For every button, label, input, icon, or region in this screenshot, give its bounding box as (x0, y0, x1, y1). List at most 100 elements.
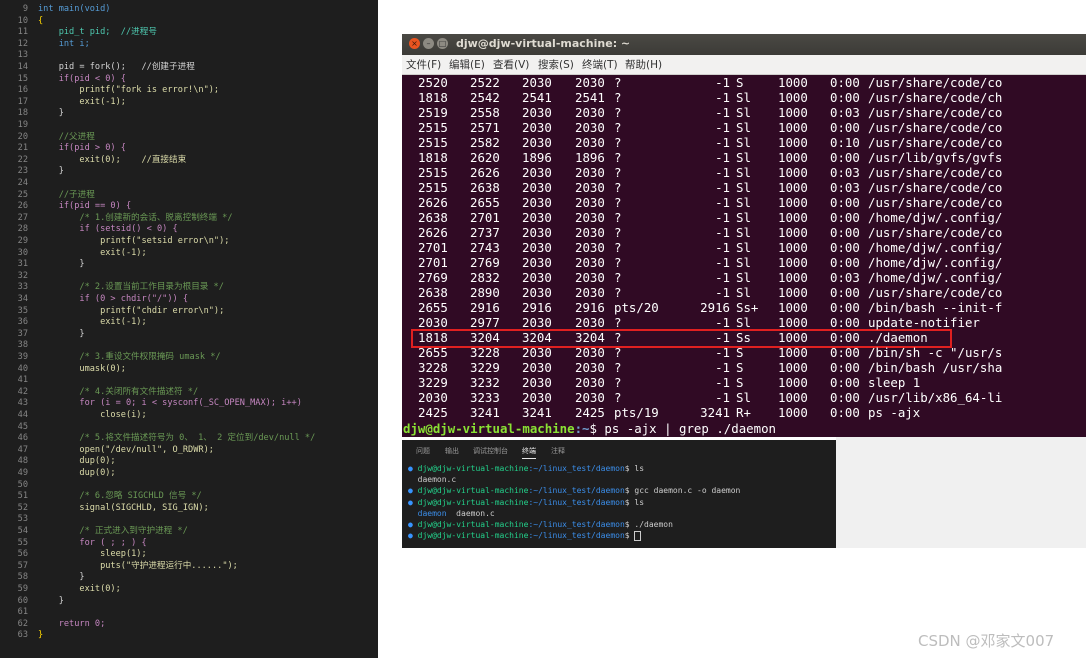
process-row: 2701 2769 2030 2030? -1 Sl 1000 0:00/home/djw/.… (418, 255, 1086, 270)
code-line: 54 /* 正式进入到守护进程 */ (0, 526, 378, 538)
status-dot-icon: ● (408, 497, 413, 507)
terminal-line: ● djw@djw-virtual-machine:~/linux_test/d… (408, 463, 644, 474)
process-cell: 3204 (470, 330, 500, 345)
process-cell: 2542 (470, 90, 500, 105)
process-cell: /usr/share/code/co (868, 120, 1003, 135)
code-line: 50 (0, 480, 378, 492)
process-cell: 2916 (470, 300, 500, 315)
process-cell: 2582 (470, 135, 500, 150)
process-cell: 2571 (470, 120, 500, 135)
process-cell: Sl (736, 195, 751, 210)
process-cell: Sl (736, 240, 751, 255)
process-cell: 2522 (470, 75, 500, 90)
menu-view[interactable]: 查看(V) (493, 57, 529, 72)
line-number: 26 (17, 201, 28, 212)
code-text: } (38, 572, 85, 583)
process-cell: 1000 (778, 345, 808, 360)
code-text: dup(0); (38, 456, 116, 467)
code-text: { (38, 15, 44, 26)
close-icon[interactable]: × (409, 38, 420, 49)
line-number: 33 (17, 282, 28, 293)
menu-edit[interactable]: 编辑(E) (449, 57, 485, 72)
prompt-user: djw@djw-virtual-machine (417, 486, 529, 496)
process-cell: Sl (736, 135, 751, 150)
code-line: 48 dup(0); (0, 456, 378, 468)
prompt-user: djw@djw-virtual-machine (417, 497, 529, 507)
code-line: 16 printf("fork is error!\n"); (0, 85, 378, 97)
line-number: 53 (17, 514, 28, 525)
tab-debug-console[interactable]: 调试控制台 (473, 446, 508, 456)
process-row: 3228 3229 2030 2030? -1 S 1000 0:00/bin/bash /u… (418, 360, 1086, 375)
code-line: 36 exit(-1); (0, 317, 378, 329)
process-cell: -1 (715, 360, 730, 375)
process-cell: S (736, 75, 744, 90)
process-cell: /usr/share/code/ch (868, 90, 1003, 105)
tab-terminal[interactable]: 终端 (522, 446, 536, 459)
process-cell: 2655 (470, 195, 500, 210)
process-cell: 1000 (778, 150, 808, 165)
terminal-line: ● djw@djw-virtual-machine:~/linux_test/d… (408, 497, 644, 508)
code-line: 32 (0, 271, 378, 283)
code-line: 62 return 0; (0, 619, 378, 631)
code-line: 14 pid = fork(); //创建子进程 (0, 62, 378, 74)
code-text: if(pid == 0) { (38, 201, 132, 212)
tab-problems[interactable]: 问题 (416, 446, 430, 456)
process-cell: 3228 (418, 360, 448, 375)
process-cell: 2030 (522, 135, 552, 150)
process-row: 3229 3232 2030 2030? -1 S 1000 0:00 sleep 1 (418, 375, 1086, 390)
code-line: 23 } (0, 166, 378, 178)
process-cell: 3241 (522, 405, 552, 420)
prompt-path: :~/linux_test/daemon (528, 497, 625, 507)
process-cell: ? (614, 345, 622, 360)
code-line: 60 } (0, 596, 378, 608)
line-number: 21 (17, 143, 28, 154)
menu-help[interactable]: 帮助(H) (625, 57, 662, 72)
process-cell: ? (614, 150, 622, 165)
tab-output[interactable]: 输出 (445, 446, 459, 456)
code-text: close(i); (38, 410, 147, 420)
terminal-output[interactable]: djw@djw-virtual-machine:~$ ps -ajx | gre… (402, 75, 1086, 437)
maximize-icon[interactable]: □ (437, 38, 448, 49)
vscode-terminal-panel[interactable]: 问题 输出 调试控制台 终端 注释 ● djw@djw-virtual-mach… (402, 440, 836, 548)
code-line: 28 if (setsid() < 0) { (0, 224, 378, 236)
process-cell: ? (614, 375, 622, 390)
code-line: 55 for ( ; ; ) { (0, 538, 378, 550)
menu-search[interactable]: 搜索(S) (538, 57, 574, 72)
process-cell: 1818 (418, 330, 448, 345)
process-cell: /usr/lib/x86_64-li (868, 390, 1003, 405)
code-line: 9 int main(void) (0, 4, 378, 16)
process-cell: Sl (736, 315, 751, 330)
line-number: 42 (17, 386, 28, 397)
code-editor[interactable]: 9 int main(void) 10 {11 pid_t pid; //进程号 12 … (0, 0, 378, 658)
process-cell: 2638 (418, 285, 448, 300)
prompt-command: $ gcc daemon.c -o daemon (624, 486, 741, 496)
code-text: dup(0); (38, 468, 116, 478)
code-line: 42 /* 4.关闭所有文件描述符 */ (0, 387, 378, 399)
process-cell: -1 (715, 225, 730, 240)
line-number: 62 (17, 618, 28, 629)
minimize-icon[interactable]: – (423, 38, 434, 49)
line-number: 27 (17, 212, 28, 223)
terminal-window[interactable]: × – □ djw@djw-virtual-machine: ~ 文件(F) 编… (402, 34, 1086, 437)
code-line: 41 (0, 375, 378, 387)
line-number: 50 (17, 479, 28, 490)
prompt-command: $ ls (624, 464, 645, 473)
code-line: 46 /* 5.将文件描述符号为 0、 1、 2 定位到/dev/null */ (0, 433, 378, 445)
process-cell: 0:00 (830, 330, 860, 345)
code-line: 35 printf("chdir error\n"); (0, 306, 378, 318)
code-line: 18 } (0, 108, 378, 120)
code-line: 58 } (0, 572, 378, 584)
process-cell: 2832 (470, 270, 500, 285)
process-cell: -1 (715, 240, 730, 255)
menu-file[interactable]: 文件(F) (406, 57, 441, 72)
output-text: daemon.c (446, 508, 495, 518)
tab-comments[interactable]: 注释 (551, 446, 565, 456)
menu-terminal[interactable]: 终端(T) (582, 57, 618, 72)
process-cell: 0:00 (830, 375, 860, 390)
process-cell: 3232 (470, 375, 500, 390)
shell-prompt: djw@djw-virtual-machine:~$ ps -ajx | gre… (403, 421, 776, 436)
process-cell: 2030 (575, 135, 605, 150)
process-row: 2655 3228 2030 2030? -1 S 1000 0:00/bin/sh -c "… (418, 345, 1086, 360)
process-cell: 0:00 (830, 300, 860, 315)
process-cell: 3233 (470, 390, 500, 405)
